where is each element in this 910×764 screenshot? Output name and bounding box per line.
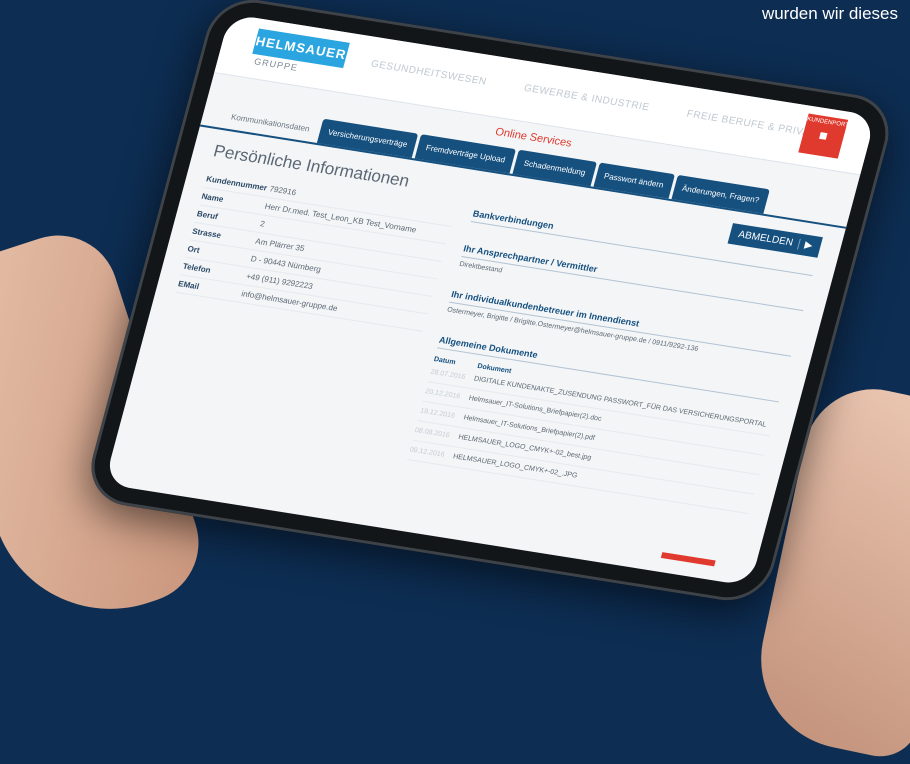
- nav-item-industry[interactable]: GEWERBE & INDUSTRIE: [523, 83, 651, 114]
- arrow-right-icon: ▶: [797, 238, 814, 252]
- document-date: 20.12.2016: [424, 388, 461, 401]
- document-date: 28.07.2016: [429, 368, 467, 381]
- caption-text: wurden wir dieses: [761, 4, 898, 23]
- tablet-screen: HELMSAUER GRUPPE GESUNDHEITSWESEN GEWERB…: [104, 13, 876, 587]
- document-date: 08.08.2016: [414, 426, 451, 440]
- document-date: 19.12.2016: [419, 407, 456, 420]
- nav-item-health[interactable]: GESUNDHEITSWESEN: [370, 59, 488, 88]
- customer-portal-button[interactable]: KUNDENPORTAL ■: [798, 113, 856, 159]
- row-value: Am Plärrer 35: [254, 236, 306, 254]
- profile-panel: Persönliche Informationen Kundennummer 79…: [142, 141, 463, 457]
- document-date: 09.12.2016: [408, 446, 446, 459]
- tablet-device: HELMSAUER GRUPPE GESUNDHEITSWESEN GEWERB…: [81, 0, 899, 607]
- footer-accent-bar: [660, 552, 716, 567]
- row-value: 2: [259, 219, 266, 229]
- logout-label: ABMELDEN: [737, 229, 795, 249]
- row-value: 792916: [268, 184, 298, 198]
- account-panel: ABMELDEN ▶ Bankverbindungen Ihr Ansprechp…: [406, 183, 823, 515]
